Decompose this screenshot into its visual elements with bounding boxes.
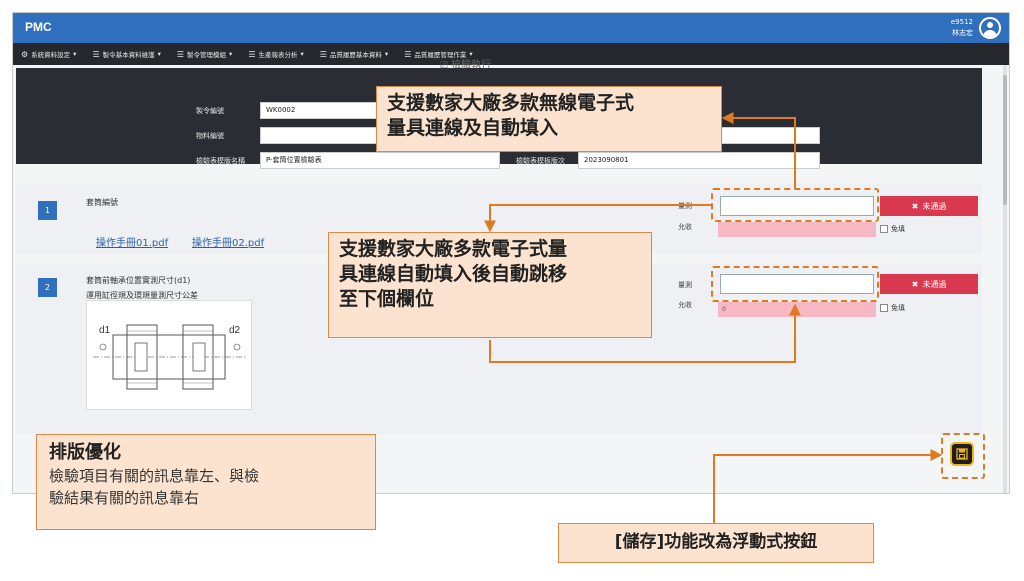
chevron-down-icon: ▾ (300, 50, 304, 58)
list-icon: ☰ (92, 49, 100, 59)
item-title: 套筒前軸承位置實測尺寸(d1) (86, 276, 191, 285)
close-icon: ✖ (911, 279, 919, 289)
item-number-badge: 2 (38, 278, 57, 297)
highlight-measure-2 (711, 266, 879, 302)
gear-icon: ⚙ (21, 49, 29, 59)
exempt-checkbox-2[interactable]: 免填 (880, 303, 905, 313)
scroll-thumb[interactable] (1003, 75, 1007, 205)
order-number-label: 製令編號 (196, 107, 224, 115)
allow-label: 允收 (678, 223, 692, 231)
user-name: 林志宏 (952, 29, 973, 37)
allow-label: 允收 (678, 301, 692, 309)
measure-label: 量測 (678, 281, 692, 289)
top-bar: PMC e9512 林志宏 (13, 13, 1009, 43)
callout-floating-save: [儲存]功能改為浮動式按鈕 (558, 523, 874, 563)
measure-label: 量測 (678, 202, 692, 210)
chevron-down-icon: ▾ (384, 50, 389, 58)
allow-field-2: 0 (718, 302, 876, 317)
fail-button-1[interactable]: ✖ 未通過 (880, 196, 978, 216)
template-name-field[interactable]: P-套筒位置檢驗表 (260, 152, 500, 169)
chevron-down-icon: ▾ (73, 50, 77, 58)
highlight-measure-1 (711, 188, 879, 222)
fail-button-2[interactable]: ✖ 未通過 (880, 274, 978, 294)
checkbox-box[interactable] (880, 225, 888, 233)
highlight-save-button (941, 433, 985, 479)
d1-label: d1 (99, 325, 111, 336)
checkbox-box[interactable] (880, 304, 888, 312)
list-icon: ☰ (319, 49, 327, 59)
menu-order-management[interactable]: ☰ 製令管理模組 ▾ (176, 49, 233, 60)
list-icon: ☰ (176, 49, 185, 59)
item-number-badge: 1 (38, 201, 57, 220)
exempt-checkbox-1[interactable]: 免填 (880, 224, 905, 234)
manual-link-1[interactable]: 操作手冊01.pdf (96, 234, 168, 249)
item-title: 套筒編號 (86, 198, 118, 207)
user-avatar-icon[interactable] (979, 17, 1001, 39)
manual-link-2[interactable]: 操作手冊02.pdf (192, 234, 264, 249)
d2-label: d2 (229, 325, 241, 336)
template-name-label: 檢驗表模版名稱 (196, 157, 245, 165)
template-version-label: 檢驗表模板版次 (516, 157, 565, 165)
chevron-down-icon: ▾ (157, 50, 161, 58)
technical-drawing: d1 d2 (86, 300, 252, 410)
scrollbar[interactable] (1003, 65, 1007, 493)
chevron-down-icon: ▾ (229, 50, 233, 58)
menu-quality-basic[interactable]: ☰ 品質履歷基本資料 ▾ (319, 49, 389, 60)
template-version-field[interactable]: 2023090801 (578, 152, 820, 169)
sleeve-drawing-icon: d1 d2 (93, 324, 247, 390)
list-icon: ☰ (404, 49, 412, 59)
user-id: e9512 (950, 18, 973, 26)
close-icon: ✖ (911, 201, 919, 211)
material-extra-field[interactable] (706, 127, 820, 144)
callout-auto-jump: 支援數家大廠多款電子式量 具連線自動填入後自動跳移 至下個欄位 (328, 232, 652, 338)
menu-system-settings[interactable]: ⚙ 系統資料設定 ▾ (21, 49, 77, 60)
callout-wireless-gauge: 支援數家大廠多款無線電子式 量具連線及自動填入 (376, 86, 722, 152)
main-menu: ⚙ 系統資料設定 ▾ ☰ 製令基本資料維護 ▾ ☰ 製令管理模組 ▾ ☰ 生產報表分析 ▾ ☰ 品… (13, 43, 1009, 65)
callout-layout-optimization: 排版優化 檢驗項目有關的訊息靠左、與檢 驗結果有關的訊息靠右 (36, 434, 376, 530)
material-number-label: 物料編號 (196, 132, 224, 140)
brand-logo[interactable]: PMC (25, 20, 52, 34)
menu-production-report[interactable]: ☰ 生產報表分析 ▾ (248, 49, 304, 60)
menu-order-maintenance[interactable]: ☰ 製令基本資料維護 ▾ (92, 49, 161, 60)
list-icon: ☰ (248, 49, 256, 59)
allow-field-1 (718, 222, 876, 237)
